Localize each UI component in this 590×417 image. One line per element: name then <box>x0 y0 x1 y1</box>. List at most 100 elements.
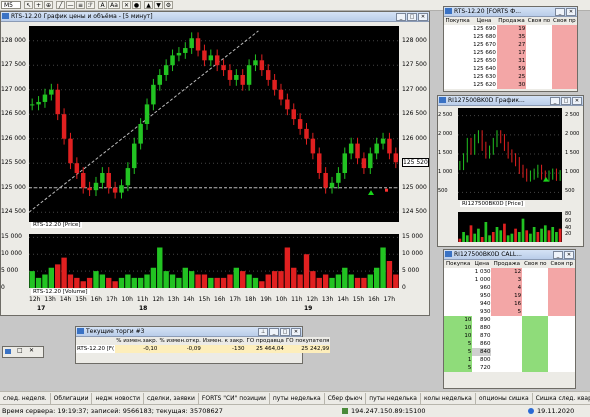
orderbook-row[interactable]: 940 16 <box>444 300 575 308</box>
column-header[interactable]: Покупка <box>444 260 473 268</box>
column-header[interactable]: % измен.закр. <box>115 337 159 345</box>
workspace-tab[interactable]: Сбер фьюч <box>325 393 367 404</box>
orderbook-row[interactable]: 125 670 27 <box>444 41 577 49</box>
column-header[interactable]: ГО продавца <box>245 337 285 345</box>
workspace-tab[interactable]: опционы сишка <box>476 393 533 404</box>
orderbook-row[interactable]: 10 870 <box>444 332 575 340</box>
column-header[interactable]: Своя по <box>526 17 552 25</box>
orderbook-row[interactable]: 10 880 <box>444 324 575 332</box>
current-trades-titlebar[interactable]: Текущие торги #3 ⊥ _ □ ✕ <box>76 327 302 337</box>
settings-icon[interactable]: ⚙ <box>164 1 173 9</box>
orderbook-rts-titlebar[interactable]: RTS-12.20 [FORTS Ф... _ ✕ <box>444 7 577 17</box>
marker-tool-button[interactable]: ● <box>132 1 141 9</box>
orderbook-row[interactable]: 10 890 <box>444 316 575 324</box>
arrow-down-icon[interactable]: ▼ <box>154 1 163 9</box>
minimized-window[interactable]: □ ✕ <box>2 346 44 358</box>
hline-tool-icon[interactable]: — <box>66 1 75 9</box>
minimize-button[interactable]: _ <box>553 251 563 259</box>
crosshair-tool-icon[interactable]: + <box>34 1 43 9</box>
column-header[interactable]: Покупка <box>444 17 472 25</box>
option-chart-titlebar[interactable]: RI127500BK0D График... _ □ ✕ <box>438 96 583 106</box>
orderbook-row[interactable]: 125 640 59 <box>444 65 577 73</box>
close-button[interactable]: ✕ <box>29 347 34 354</box>
price-candle <box>272 79 277 90</box>
maximize-button[interactable]: □ <box>561 97 571 105</box>
price-candle <box>93 182 99 191</box>
minimize-button[interactable]: _ <box>550 97 560 105</box>
maximize-button[interactable]: □ <box>407 13 417 21</box>
orderbook-row[interactable]: 5 860 <box>444 340 575 348</box>
arrow-up-icon[interactable]: ▲ <box>144 1 153 9</box>
orderbook-row[interactable]: 1 000 3 <box>444 276 575 284</box>
orderbook-option-titlebar[interactable]: RI127500BK0D CALL... _ ✕ <box>444 250 575 260</box>
orderbook-row[interactable]: 5 840 <box>444 348 575 356</box>
minimize-button[interactable]: _ <box>555 8 565 16</box>
column-header[interactable]: Цена <box>472 260 492 268</box>
timeframe-select[interactable]: M5 <box>1 1 21 9</box>
orderbook-row[interactable]: 930 5 <box>444 308 575 316</box>
volume-chart-area[interactable] <box>29 234 399 288</box>
price-candle <box>348 143 354 154</box>
price-candle <box>310 138 316 154</box>
main-chart-titlebar[interactable]: RTS-12.20 График цены и объёма - [5 мину… <box>1 12 429 22</box>
restore-button[interactable]: □ <box>17 347 23 354</box>
orderbook-row[interactable]: 125 690 19 <box>444 25 577 33</box>
orderbook-row[interactable]: 125 650 31 <box>444 57 577 65</box>
workspace-tab[interactable]: след. неделя. <box>0 393 51 404</box>
minimize-button[interactable]: _ <box>396 13 406 21</box>
workspace-tab[interactable]: FORTS "СИ" позиции <box>199 393 270 404</box>
delete-tool-button[interactable]: ✕ <box>122 1 131 9</box>
time-tick-label: 17h <box>383 296 396 303</box>
orderbook-cell <box>548 316 575 324</box>
trades-row[interactable]: RTS-12.20 [F(-0,10 -0,09 -130 25 464,04 25 2… <box>76 345 331 353</box>
workspace-tab[interactable]: недж новости <box>92 393 145 404</box>
close-button[interactable]: ✕ <box>572 97 582 105</box>
orderbook-row[interactable]: 125 660 17 <box>444 49 577 57</box>
fibo-tool-icon[interactable]: ℱ <box>86 1 95 9</box>
workspace-tab[interactable]: путы неделька <box>366 393 421 404</box>
text-style-button[interactable]: Aa <box>108 1 120 9</box>
orderbook-row[interactable]: 125 620 30 <box>444 81 577 89</box>
column-header[interactable]: Своя по <box>522 260 549 268</box>
pointer-tool-icon[interactable]: ↖ <box>24 1 33 9</box>
option-price-area[interactable] <box>458 108 562 200</box>
column-header[interactable]: % измен.откр. <box>158 337 202 345</box>
workspace-tab[interactable]: Облигации <box>51 393 93 404</box>
column-header[interactable]: Измен. к закр. <box>201 337 246 345</box>
column-header[interactable]: Своя пр <box>551 17 577 25</box>
price-chart-area[interactable] <box>28 26 399 222</box>
workspace-tab[interactable]: путы неделька <box>270 393 325 404</box>
column-header[interactable]: Продажа <box>491 260 523 268</box>
close-button[interactable]: ✕ <box>564 251 574 259</box>
price-candle <box>285 99 290 110</box>
column-header[interactable]: Цена <box>471 17 497 25</box>
close-button[interactable]: ✕ <box>566 8 576 16</box>
maximize-button[interactable]: □ <box>280 328 290 336</box>
zoom-tool-icon[interactable]: ⊕ <box>44 1 53 9</box>
option-volume-area[interactable] <box>458 212 562 242</box>
workspace-tab[interactable]: Сишка след. квартал <box>533 393 590 404</box>
orderbook-cell: 30 <box>496 81 527 89</box>
orderbook-row[interactable]: 950 19 <box>444 292 575 300</box>
column-header[interactable]: Своя пр <box>548 260 575 268</box>
pin-button[interactable]: ⊥ <box>258 328 268 336</box>
close-button[interactable]: ✕ <box>291 328 301 336</box>
column-header[interactable]: Продажа <box>496 17 527 25</box>
orderbook-header-row: Покупка Цена Продажа Своя по Своя пр <box>444 17 577 25</box>
minimize-button[interactable]: _ <box>269 328 279 336</box>
orderbook-row[interactable]: 125 630 25 <box>444 73 577 81</box>
orderbook-row[interactable]: 960 4 <box>444 284 575 292</box>
orderbook-row[interactable]: 5 720 <box>444 364 575 372</box>
channel-tool-icon[interactable]: ≡ <box>76 1 85 9</box>
text-tool-button[interactable]: A <box>98 1 107 9</box>
workspace-tab[interactable]: сделки, заявки <box>144 393 199 404</box>
orderbook-row[interactable]: 1 030 12 <box>444 268 575 276</box>
orderbook-cell <box>522 300 548 308</box>
line-tool-icon[interactable]: ╱ <box>56 1 65 9</box>
workspace-tab[interactable]: колы неделька <box>421 393 476 404</box>
orderbook-row[interactable]: 125 680 35 <box>444 33 577 41</box>
column-header[interactable]: ГО покупателя <box>284 337 331 345</box>
close-button[interactable]: ✕ <box>418 13 428 21</box>
column-header[interactable] <box>76 337 116 345</box>
orderbook-row[interactable]: 1 800 <box>444 356 575 364</box>
